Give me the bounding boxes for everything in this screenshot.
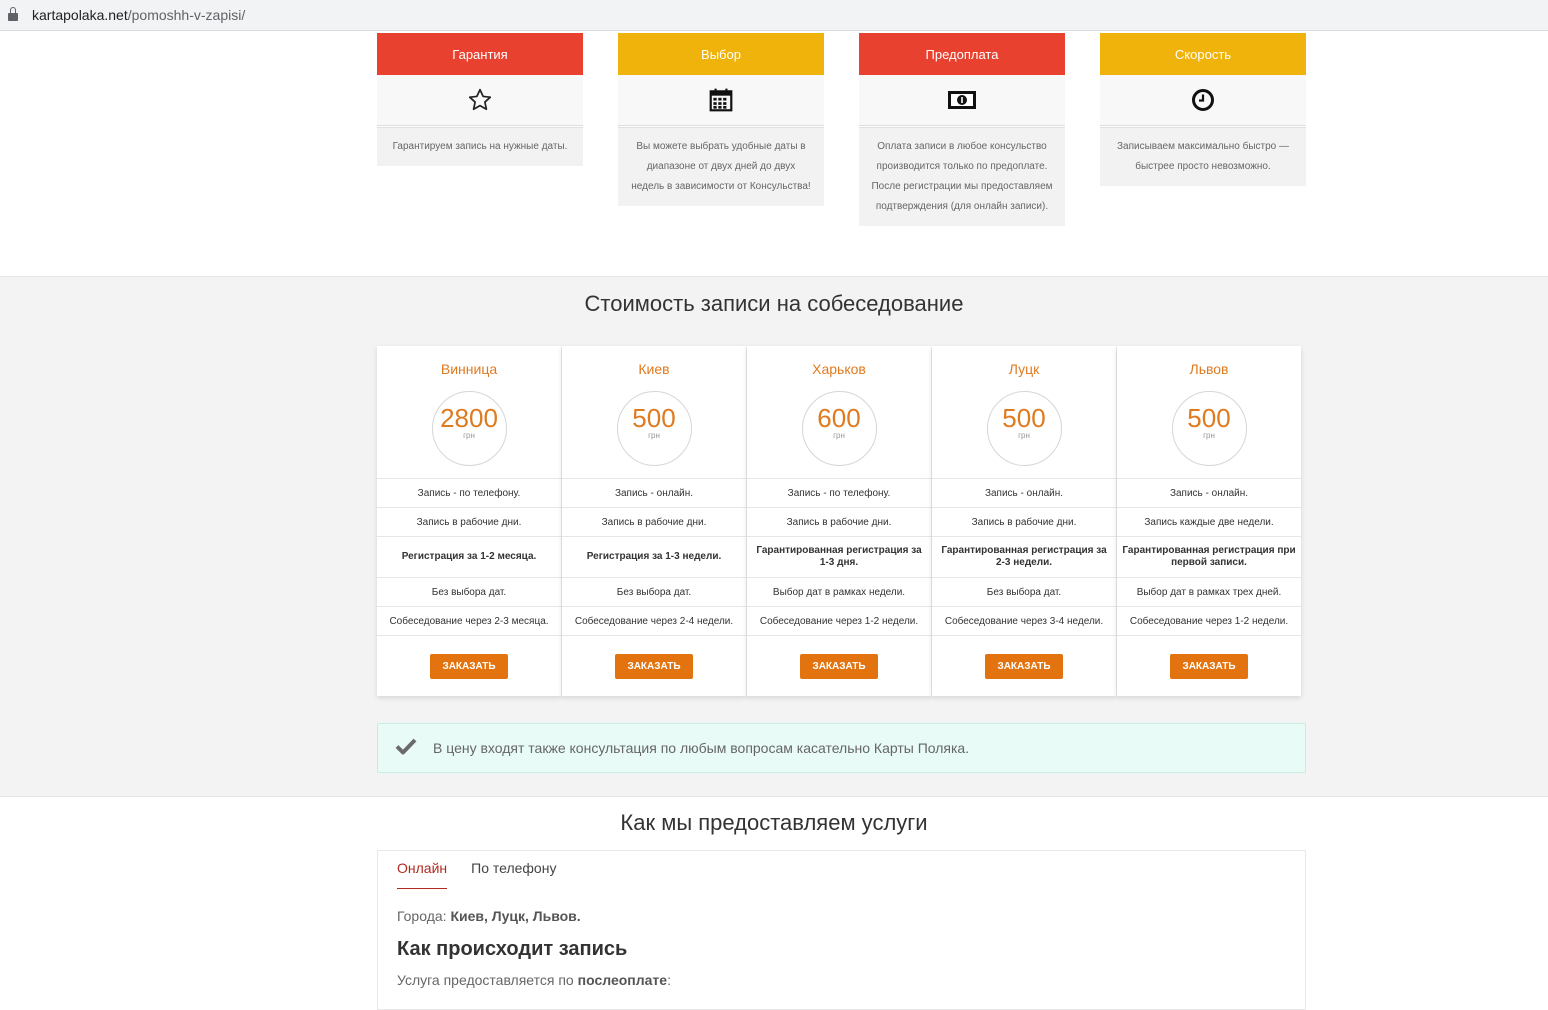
price-currency: грн <box>648 431 660 440</box>
url-path: /pomoshh-v-zapisi/ <box>127 7 246 23</box>
cities-value: Киев, Луцк, Львов. <box>450 908 581 924</box>
price-currency: грн <box>833 431 845 440</box>
card-feature: Гарантированная регистрация при первой з… <box>1117 536 1301 577</box>
feature-title: Предоплата <box>859 33 1065 75</box>
card-feature: Запись - по телефону. <box>747 478 931 507</box>
price-card: Львов 500 грн Запись - онлайн. Запись каж… <box>1117 346 1301 702</box>
price-circle: 2800 грн <box>431 391 507 466</box>
feature-choice: Выбор Вы можете выбрать удобные даты в д… <box>618 33 824 206</box>
feature-prepayment: Предоплата Оплата записи в любое консуль… <box>859 33 1065 226</box>
service-prefix: Услуга предоставляется по <box>397 972 574 988</box>
price-card: Киев 500 грн Запись - онлайн. Запись в ра… <box>562 346 746 702</box>
card-feature: Запись в рабочие дни. <box>747 507 931 536</box>
feature-text: Оплата записи в любое консульство произв… <box>871 141 1053 212</box>
url-domain: kartapolaka.net <box>32 7 128 23</box>
lock-icon <box>8 6 18 22</box>
price-currency: грн <box>1018 431 1030 440</box>
clock-icon <box>1100 75 1306 126</box>
service-suffix: : <box>667 972 671 988</box>
card-feature: Запись - по телефону. <box>377 478 561 507</box>
note-text: В цену входят также консультация по любы… <box>433 740 970 756</box>
card-feature: Без выбора дат. <box>932 577 1116 606</box>
address-bar[interactable]: kartapolaka.net/pomoshh-v-zapisi/ <box>0 0 1548 31</box>
order-button[interactable]: ЗАКАЗАТЬ <box>985 654 1063 679</box>
price-card: Винница 2800 грн Запись - по телефону. За… <box>377 346 561 702</box>
card-feature: Выбор дат в рамках недели. <box>747 577 931 606</box>
card-feature: Собеседование через 1-2 недели. <box>747 606 931 635</box>
tab-phone[interactable]: По телефону <box>471 860 556 889</box>
card-feature: Гарантированная регистрация за 1-3 дня. <box>747 536 931 577</box>
card-city: Киев <box>638 361 670 377</box>
service-bold: послеоплате <box>577 972 668 988</box>
card-city: Луцк <box>1008 361 1040 377</box>
service-line: Услуга предоставляется по послеоплате: <box>397 972 671 988</box>
star-icon <box>377 75 583 126</box>
card-feature: Собеседование через 2-3 месяца. <box>377 606 561 635</box>
how-title: Как мы предоставляем услуги <box>620 810 928 835</box>
pricing-title: Стоимость записи на собеседование <box>584 291 964 316</box>
tabs-panel: Онлайн По телефону Города: Киев, Луцк, Л… <box>377 850 1306 1010</box>
card-feature: Собеседование через 3-4 недели. <box>932 606 1116 635</box>
price-value: 2800 <box>440 403 498 433</box>
price-circle: 500 грн <box>1171 391 1247 466</box>
order-button[interactable]: ЗАКАЗАТЬ <box>800 654 878 679</box>
feature-title: Выбор <box>618 33 824 75</box>
feature-text: Гарантируем запись на нужные даты. <box>392 141 568 152</box>
card-feature: Без выбора дат. <box>377 577 561 606</box>
feature-text: Вы можете выбрать удобные даты в диапазо… <box>631 141 811 192</box>
price-circle: 500 грн <box>616 391 692 466</box>
price-value: 600 <box>817 403 861 433</box>
feature-guarantee: Гарантия Гарантируем запись на нужные да… <box>377 33 583 166</box>
card-feature: Запись - онлайн. <box>1117 478 1301 507</box>
features-row: Гарантия Гарантируем запись на нужные да… <box>377 33 1306 248</box>
card-feature: Запись - онлайн. <box>562 478 746 507</box>
feature-text: Записываем максимально быстро — быстрее … <box>1116 141 1290 172</box>
feature-speed: Скорость Записываем максимально быстро —… <box>1100 33 1306 186</box>
card-feature: Запись каждые две недели. <box>1117 507 1301 536</box>
card-city: Харьков <box>812 361 866 377</box>
price-circle: 600 грн <box>801 391 877 466</box>
card-feature: Запись - онлайн. <box>932 478 1116 507</box>
tabs: Онлайн По телефону <box>397 860 580 889</box>
money-icon <box>859 75 1065 126</box>
card-feature: Регистрация за 1-2 месяца. <box>377 536 561 577</box>
card-feature: Запись в рабочие дни. <box>377 507 561 536</box>
order-button[interactable]: ЗАКАЗАТЬ <box>615 654 693 679</box>
calendar-icon <box>618 75 824 126</box>
card-feature: Собеседование через 2-4 недели. <box>562 606 746 635</box>
card-feature: Гарантированная регистрация за 2-3 недел… <box>932 536 1116 577</box>
info-note: В цену входят также консультация по любы… <box>377 723 1306 773</box>
card-feature: Регистрация за 1-3 недели. <box>562 536 746 577</box>
feature-title: Скорость <box>1100 33 1306 75</box>
price-card: Харьков 600 грн Запись - по телефону. Зап… <box>747 346 931 702</box>
card-feature: Собеседование через 1-2 недели. <box>1117 606 1301 635</box>
pricing-section: Стоимость записи на собеседование Винниц… <box>0 276 1548 797</box>
order-button[interactable]: ЗАКАЗАТЬ <box>1170 654 1248 679</box>
feature-title: Гарантия <box>377 33 583 75</box>
pricing-cards: Винница 2800 грн Запись - по телефону. За… <box>377 346 1301 702</box>
price-card: Луцк 500 грн Запись - онлайн. Запись в ра… <box>932 346 1116 702</box>
how-section: Как мы предоставляем услуги Онлайн По те… <box>0 797 1548 1010</box>
card-city: Винница <box>440 361 498 377</box>
order-button[interactable]: ЗАКАЗАТЬ <box>430 654 508 679</box>
tab-online[interactable]: Онлайн <box>397 860 448 889</box>
card-feature: Без выбора дат. <box>562 577 746 606</box>
price-value: 500 <box>1002 403 1046 433</box>
price-value: 500 <box>632 403 676 433</box>
card-feature: Запись в рабочие дни. <box>562 507 746 536</box>
card-feature: Запись в рабочие дни. <box>932 507 1116 536</box>
url-text[interactable]: kartapolaka.net/pomoshh-v-zapisi/ <box>32 7 245 23</box>
how-subtitle: Как происходит запись <box>397 938 628 960</box>
price-value: 500 <box>1187 403 1231 433</box>
card-city: Львов <box>1189 361 1229 377</box>
card-feature: Выбор дат в рамках трех дней. <box>1117 577 1301 606</box>
price-circle: 500 грн <box>986 391 1062 466</box>
price-currency: грн <box>1203 431 1215 440</box>
cities-line: Города: Киев, Луцк, Львов. <box>397 908 581 924</box>
check-icon <box>395 737 417 760</box>
cities-label: Города: <box>397 908 447 924</box>
